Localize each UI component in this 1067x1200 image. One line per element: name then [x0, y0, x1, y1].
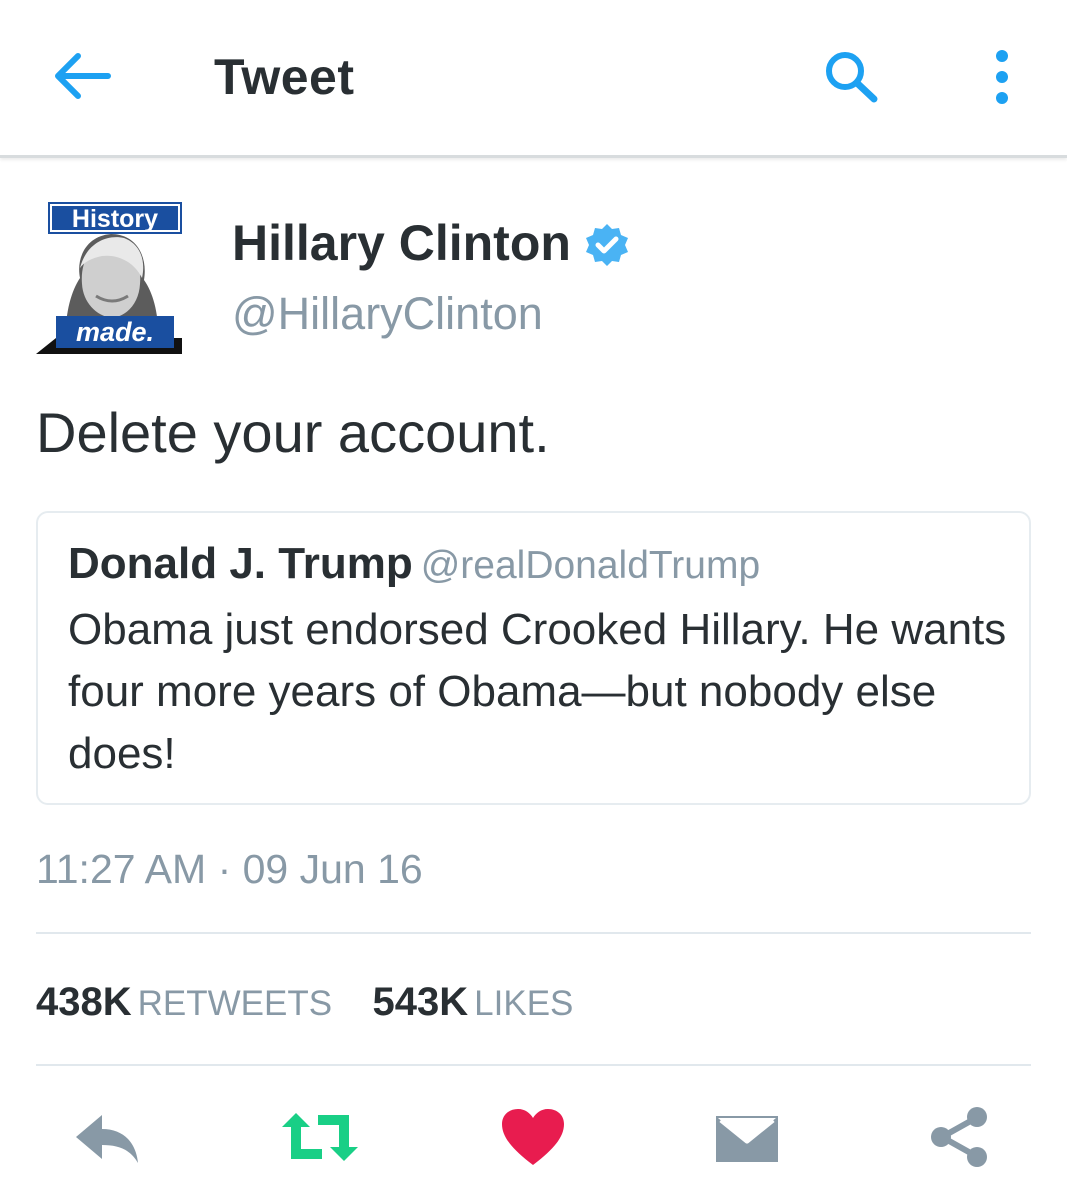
retweet-button[interactable] [278, 1104, 362, 1170]
divider [36, 1064, 1031, 1066]
tweet-text: Delete your account. [36, 401, 550, 464]
likes-count: 543K [372, 980, 469, 1024]
author-name[interactable]: Hillary Clinton [232, 214, 571, 272]
reply-button[interactable] [72, 1104, 142, 1170]
verified-badge-icon [586, 224, 628, 266]
app-bar: Tweet [0, 0, 1067, 158]
heart-icon [502, 1109, 564, 1165]
divider [36, 932, 1031, 934]
retweets-label: RETWEETS [137, 984, 333, 1023]
avatar[interactable]: History made. [36, 198, 182, 354]
quoted-tweet-text: Obama just endorsed Crooked Hillary. He … [68, 605, 1007, 778]
retweet-icon [282, 1113, 358, 1161]
tweet-stats: 438K RETWEETS 543K LIKES [36, 980, 609, 1025]
author-handle[interactable]: @HillaryClinton [232, 288, 543, 340]
likes-label: LIKES [474, 984, 574, 1023]
page-title: Tweet [214, 49, 355, 105]
search-icon [826, 52, 878, 103]
share-button[interactable] [928, 1104, 990, 1170]
quoted-author-handle: @realDonaldTrump [420, 544, 761, 587]
back-button[interactable] [52, 50, 114, 102]
back-arrow-icon [55, 53, 111, 99]
search-button[interactable] [820, 48, 882, 104]
more-options-button[interactable] [985, 48, 1019, 106]
avatar-badge-bottom-text: made. [76, 317, 154, 347]
reply-icon [76, 1115, 138, 1163]
like-button[interactable] [500, 1104, 566, 1170]
vertical-dots-icon [996, 50, 1008, 104]
direct-message-button[interactable] [714, 1104, 780, 1170]
direct-message-icon [716, 1116, 778, 1162]
tweet-timestamp: 11:27 AM · 09 Jun 16 [36, 846, 423, 892]
retweets-stat[interactable]: 438K RETWEETS [36, 980, 332, 1025]
quoted-author-name: Donald J. Trump [68, 539, 413, 588]
share-icon [931, 1107, 987, 1167]
retweets-count: 438K [36, 980, 132, 1024]
quoted-tweet-header: Donald J. Trump @realDonaldTrump [68, 539, 760, 589]
quoted-tweet-card[interactable]: Donald J. Trump @realDonaldTrump Obama ju… [36, 511, 1031, 805]
avatar-badge-top-text: History [72, 205, 158, 233]
likes-stat[interactable]: 543K LIKES [373, 980, 574, 1025]
